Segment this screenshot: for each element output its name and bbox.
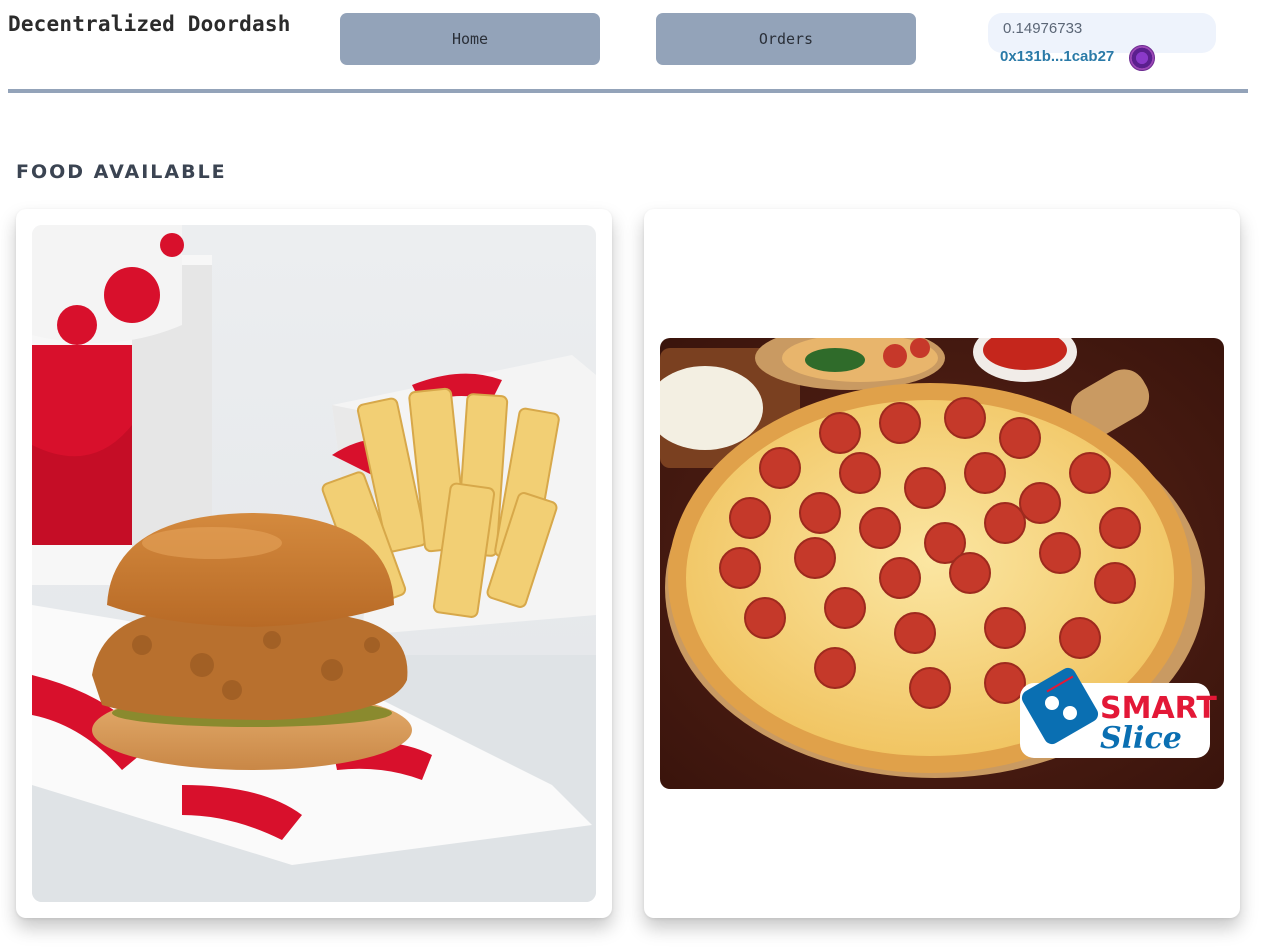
wallet-address[interactable]: 0x131b...1cab27	[1000, 48, 1114, 65]
app-title: Decentralized Doordash	[8, 12, 291, 36]
chicken-sandwich-fries-photo	[32, 225, 596, 902]
food-card-chicken-sandwich[interactable]	[16, 209, 612, 918]
wallet-balance: 0.14976733	[1003, 20, 1083, 37]
section-title: FOOD AVAILABLE	[16, 161, 227, 183]
header-divider	[8, 89, 1248, 93]
pepperoni-pizza-photo: SMART Slice	[660, 338, 1224, 789]
wallet-avatar-icon[interactable]	[1129, 45, 1155, 71]
svg-text:Slice: Slice	[1100, 721, 1182, 756]
food-card-pepperoni-pizza[interactable]: SMART Slice	[644, 209, 1240, 918]
orders-button[interactable]: Orders	[656, 13, 916, 65]
top-bar: Decentralized Doordash Home Orders 0.149…	[0, 0, 1261, 95]
home-button[interactable]: Home	[340, 13, 600, 65]
